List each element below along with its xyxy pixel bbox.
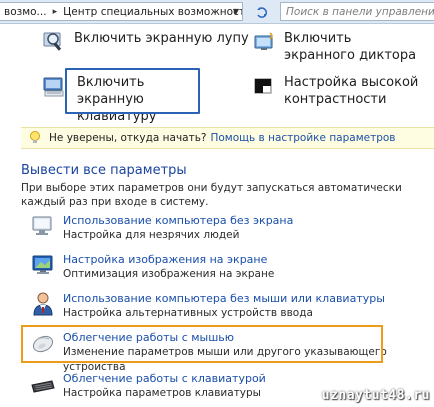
- no-screen-icon: [30, 213, 56, 239]
- breadcrumb-item-parent[interactable]: возмо...: [0, 6, 51, 18]
- magnifier-icon: [42, 30, 66, 54]
- breadcrumb[interactable]: возмо... ▸ Центр специальных возможносте…: [0, 2, 243, 21]
- address-bar: возмо... ▸ Центр специальных возможносте…: [0, 0, 434, 24]
- item-link-keyboard[interactable]: Облегчение работы с клавиатурой: [63, 371, 266, 386]
- monitor-icon: [30, 252, 56, 278]
- quick-action-high-contrast[interactable]: Настройка высокой контрастности: [252, 74, 422, 108]
- refresh-icon: [257, 7, 268, 18]
- search-input[interactable]: [281, 3, 434, 20]
- help-setup-link[interactable]: Помощь в настройке параметров: [210, 132, 395, 144]
- keyboard-icon: [30, 371, 56, 397]
- refresh-button[interactable]: [252, 3, 272, 21]
- breadcrumb-item-current[interactable]: Центр специальных возможностей: [59, 6, 242, 18]
- chevron-right-icon[interactable]: ▸: [51, 7, 60, 17]
- item-desc-no-screen: Настройка для незрячих людей: [63, 229, 240, 241]
- magnifier-label[interactable]: Включить экранную лупу: [74, 30, 249, 47]
- section-intro: При выборе этих параметров они будут зап…: [21, 182, 402, 208]
- narrator-label[interactable]: Включить экранного диктора: [284, 30, 422, 64]
- list-item-display: Настройка изображения на экране Оптимиза…: [30, 252, 274, 282]
- item-desc-keyboard: Настройка параметров клавиатуры: [63, 387, 261, 399]
- onscreen-keyboard-icon: [42, 74, 66, 98]
- section-title: Вывести все параметры: [21, 163, 187, 178]
- chevron-down-icon[interactable]: ▼: [233, 7, 239, 16]
- hint-text: Не уверены, откуда начать?: [49, 132, 207, 144]
- item-link-no-screen[interactable]: Использование компьютера без экрана: [63, 213, 293, 228]
- quick-action-magnifier[interactable]: Включить экранную лупу: [42, 30, 249, 54]
- list-item-keyboard: Облегчение работы с клавиатурой Настройк…: [30, 371, 266, 401]
- quick-action-narrator[interactable]: Включить экранного диктора: [252, 30, 422, 64]
- search-box[interactable]: [280, 2, 434, 21]
- item-desc-no-mouse: Настройка альтернативных устройств ввода: [63, 307, 313, 319]
- help-hint-bar: Не уверены, откуда начать? Помощь в наст…: [21, 127, 434, 149]
- mouse-item-highlight: [21, 325, 383, 363]
- item-desc-display: Оптимизация изображения на экране: [63, 268, 275, 280]
- item-link-display[interactable]: Настройка изображения на экране: [63, 252, 274, 267]
- high-contrast-label[interactable]: Настройка высокой контрастности: [284, 74, 422, 108]
- item-link-no-mouse[interactable]: Использование компьютера без мыши или кл…: [63, 291, 385, 306]
- person-icon: [30, 291, 56, 317]
- control-panel-window: возмо... ▸ Центр специальных возможносте…: [0, 0, 434, 407]
- focus-outline: [65, 68, 200, 114]
- watermark: uznaytut48.ru: [321, 388, 430, 403]
- lightbulb-icon: [29, 131, 41, 145]
- high-contrast-icon: [252, 74, 276, 98]
- narrator-icon: [252, 30, 276, 54]
- list-item-no-screen: Использование компьютера без экрана Наст…: [30, 213, 293, 243]
- list-item-no-mouse: Использование компьютера без мыши или кл…: [30, 291, 385, 321]
